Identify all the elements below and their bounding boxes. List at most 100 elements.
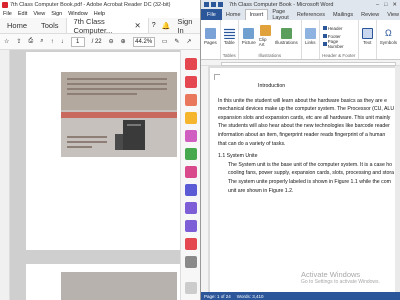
comment-icon[interactable]: ✎ [174, 38, 179, 45]
menu-edit[interactable]: Edit [18, 11, 27, 17]
margin-corner-mark [214, 74, 220, 80]
zoom-out-icon[interactable]: ⊖ [109, 38, 114, 45]
star-icon[interactable]: ☆ [4, 38, 9, 45]
sign-in-button[interactable]: Sign In [173, 17, 200, 35]
page-total: / 22 [91, 38, 102, 45]
organize-pages-icon[interactable] [185, 148, 197, 160]
footer-icon [322, 34, 327, 38]
fit-page-icon[interactable]: ▭ [162, 38, 168, 45]
word-title-bar: 7th Class Computer Book - Microsoft Word… [201, 0, 400, 9]
tab-references[interactable]: References [293, 9, 329, 20]
pdf-view-area[interactable] [10, 50, 184, 300]
page-number-input[interactable]: 1 [70, 36, 85, 47]
page-number-button[interactable]: Page Number [322, 39, 355, 49]
collapse-pane-icon[interactable] [185, 282, 197, 294]
paragraph-line: mechanical devices make up the computer … [218, 106, 395, 113]
share-icon[interactable]: ↗ [186, 38, 191, 45]
header-button[interactable]: Header [322, 25, 343, 32]
group-label-header-footer: Header & Footer [322, 53, 356, 58]
undo-icon[interactable] [218, 2, 223, 7]
create-pdf-icon[interactable] [185, 76, 197, 88]
tab-insert[interactable]: Insert [244, 9, 269, 20]
tab-document[interactable]: 7th Class Computer... ✕ [65, 17, 149, 35]
table-button[interactable]: Table [223, 27, 235, 45]
ribbon-group-header-footer: Header Footer Page Number Header & Foote… [320, 20, 359, 59]
maximize-icon[interactable]: □ [384, 2, 387, 8]
send-for-signature-icon[interactable] [185, 220, 197, 232]
acrobat-toolbar: ☆ ⇪ ⎙ ⌕ ↑ ↓ 1 / 22 ⊖ ⊕ 44.2% ▭ ✎ ↗ [0, 34, 200, 50]
page-up-icon[interactable]: ↑ [51, 39, 54, 45]
text-button[interactable]: Text [361, 27, 373, 45]
paragraph-line: The system unite properly labeled is sho… [228, 178, 391, 185]
section-heading: 1.1 System Unite [218, 153, 258, 160]
document-page[interactable]: Introduction In this unite the student w… [210, 68, 400, 292]
combine-files-icon[interactable] [185, 130, 197, 142]
tab-review[interactable]: Review [357, 9, 383, 20]
paragraph-line: that can do a variety of tasks. [218, 140, 286, 147]
symbols-button[interactable]: Ω Symbols [380, 27, 397, 45]
save-icon[interactable] [211, 2, 216, 7]
acrobat-title-bar: 7th Class Computer Book.pdf - Adobe Acro… [0, 0, 200, 9]
optimize-icon[interactable] [185, 238, 197, 250]
paragraph-line: information about an item, fingerprint r… [218, 131, 386, 138]
tab-home[interactable]: Home [222, 9, 245, 20]
group-label-illustrations: Illustrations [258, 53, 282, 58]
status-page-count[interactable]: Page: 1 of 24 [204, 294, 231, 299]
tab-page-layout[interactable]: Page Layout [268, 9, 293, 21]
menu-file[interactable]: File [3, 11, 12, 17]
picture-button[interactable]: Picture [242, 27, 256, 45]
omega-icon: Ω [382, 27, 394, 39]
acrobat-tab-bar: Home Tools 7th Class Computer... ✕ ? 🔔 S… [0, 17, 200, 35]
close-window-icon[interactable]: ✕ [392, 2, 397, 8]
link-icon [304, 27, 316, 39]
paragraph-line: unit are shown in Figure 1.2. [228, 187, 294, 194]
comment-tool-icon[interactable] [185, 112, 197, 124]
help-icon[interactable]: ? [149, 18, 159, 33]
links-button[interactable]: Links [304, 27, 316, 45]
clip-art-icon [259, 25, 271, 36]
acrobat-window: 7th Class Computer Book.pdf - Adobe Acro… [0, 0, 200, 300]
document-area[interactable]: Introduction In this unite the student w… [201, 66, 400, 292]
acrobat-window-title: 7th Class Computer Book.pdf - Adobe Acro… [10, 1, 171, 8]
print-icon[interactable]: ⎙ [28, 38, 33, 45]
paragraph-line: expansion slots and expansion cards, etc… [218, 114, 391, 121]
pdf-page [26, 264, 184, 300]
menu-view[interactable]: View [33, 11, 45, 17]
fill-sign-icon[interactable] [185, 202, 197, 214]
ribbon-group-text: Text [359, 20, 377, 59]
tab-home[interactable]: Home [0, 18, 34, 33]
paragraph-line: In this unite the student will learn abo… [218, 97, 387, 104]
edit-pdf-icon[interactable] [185, 94, 197, 106]
ribbon-group-symbols: Ω Symbols [377, 20, 400, 59]
tab-view[interactable]: View [383, 9, 400, 20]
zoom-select[interactable]: 44.2% [132, 36, 155, 47]
paragraph-line: The students will also hear about the ne… [218, 123, 390, 130]
text-box-icon [361, 27, 373, 39]
illustrations-button[interactable]: Illustrations [275, 27, 298, 45]
export-pdf-icon[interactable] [185, 58, 197, 70]
menu-sign[interactable]: Sign [51, 11, 62, 17]
ribbon-group-pages: Pages [201, 20, 221, 59]
document-heading: Introduction [258, 83, 286, 89]
zoom-in-icon[interactable]: ⊕ [121, 38, 126, 45]
search-icon[interactable]: ⌕ [40, 38, 43, 45]
tab-mailings[interactable]: Mailings [329, 9, 357, 20]
page-down-icon[interactable]: ↓ [61, 39, 64, 45]
clip-art-button[interactable]: Clip Art [259, 25, 272, 47]
vertical-ruler[interactable] [201, 66, 209, 292]
tab-file[interactable]: File [201, 9, 222, 20]
redact-icon[interactable] [185, 166, 197, 178]
pages-button[interactable]: Pages [204, 27, 217, 45]
vertical-scrollbar[interactable] [395, 66, 400, 292]
minimize-icon[interactable]: – [376, 2, 379, 8]
table-icon [223, 27, 235, 39]
bell-icon[interactable]: 🔔 [159, 18, 174, 33]
protect-icon[interactable] [185, 184, 197, 196]
tab-tools[interactable]: Tools [34, 18, 66, 33]
more-tools-icon[interactable] [185, 256, 197, 268]
ribbon-group-tables: Table Tables [221, 20, 239, 59]
navigation-pane-rail[interactable] [0, 50, 10, 300]
close-tab-icon[interactable]: ✕ [134, 21, 140, 30]
status-word-count[interactable]: Words: 3,410 [237, 294, 264, 299]
upload-icon[interactable]: ⇪ [16, 38, 21, 45]
